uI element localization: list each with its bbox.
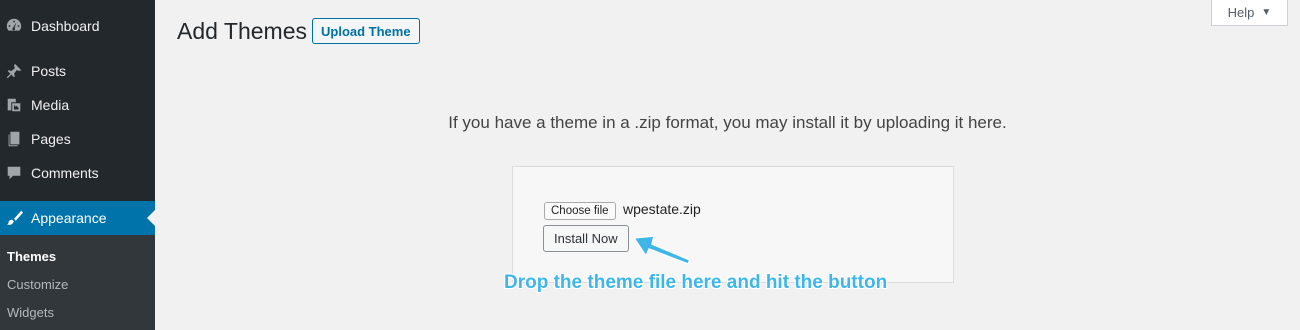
paintbrush-icon: [4, 208, 24, 228]
sidebar-item-label: Dashboard: [31, 18, 100, 34]
help-label: Help: [1227, 4, 1255, 20]
install-now-button[interactable]: Install Now: [543, 225, 629, 252]
submenu-item-themes[interactable]: Themes: [7, 249, 56, 264]
sidebar-item-label: Appearance: [31, 210, 107, 226]
help-tab[interactable]: Help ▼: [1211, 0, 1288, 26]
active-indicator: [147, 210, 155, 226]
upload-instructions: If you have a theme in a .zip format, yo…: [448, 113, 1007, 132]
media-icon: [4, 95, 24, 115]
choose-file-button[interactable]: Choose file: [544, 202, 616, 220]
sidebar-item-label: Posts: [31, 63, 67, 79]
submenu-item-widgets[interactable]: Widgets: [7, 305, 54, 320]
comment-icon: [4, 163, 24, 183]
appearance-submenu: Themes Customize Widgets: [0, 235, 155, 330]
sidebar-item-label: Pages: [31, 131, 71, 147]
pin-icon: [4, 61, 24, 81]
arrow-icon: [633, 235, 691, 264]
page-title: Add Themes: [177, 18, 307, 44]
caret-down-icon: ▼: [1261, 6, 1272, 18]
upload-theme-button[interactable]: Upload Theme: [312, 18, 420, 44]
admin-sidebar: Dashboard Posts Media Pages Comments App…: [0, 0, 155, 330]
dashboard-icon: [4, 16, 24, 36]
sidebar-item-appearance[interactable]: Appearance: [0, 201, 155, 235]
submenu-item-customize[interactable]: Customize: [7, 277, 68, 292]
annotation-text: Drop the theme file here and hit the but…: [504, 272, 888, 293]
sidebar-item-comments[interactable]: Comments: [0, 156, 155, 190]
sidebar-item-label: Comments: [31, 165, 99, 181]
sidebar-item-dashboard[interactable]: Dashboard: [0, 9, 155, 43]
sidebar-item-posts[interactable]: Posts: [0, 54, 155, 88]
sidebar-item-label: Media: [31, 97, 70, 113]
selected-file-name: wpestate.zip: [623, 201, 701, 217]
